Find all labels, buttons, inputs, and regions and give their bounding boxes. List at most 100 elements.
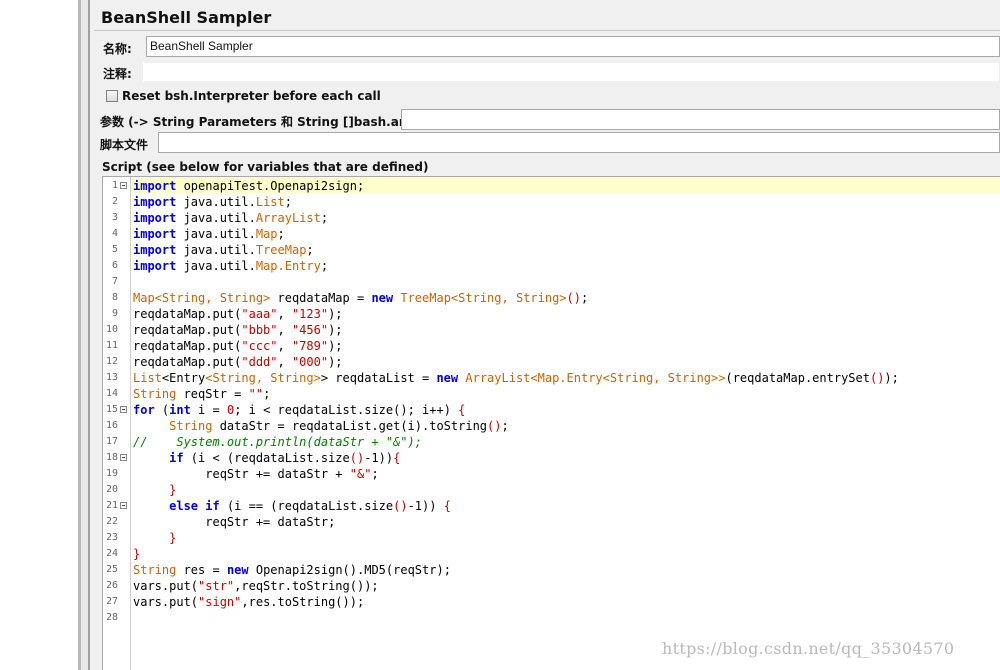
code-line[interactable]: 15 for (int i = 0; i < reqdataList.size()… [103, 402, 1000, 418]
code-token: "456" [291, 323, 329, 337]
code-line[interactable]: 21 else if (i == (reqdataList.size()-1))… [103, 498, 1000, 514]
code-line[interactable]: 26 vars.put("str",reqStr.toString()); [103, 578, 1000, 594]
code-line[interactable]: 16 String dataStr = reqdataList.get(i).t… [103, 418, 1000, 434]
code-line[interactable]: 23 } [103, 530, 1000, 546]
splitter-handle[interactable] [81, 0, 88, 670]
code-text: if (i < (reqdataList.size()-1)){ [133, 450, 400, 466]
code-token: List [133, 371, 162, 385]
line-number: 13 [105, 372, 118, 383]
code-token: "000" [291, 355, 329, 369]
code-text: Map<String, String> reqdataMap = new Tre… [133, 290, 588, 306]
code-token: String [169, 419, 213, 433]
line-number: 4 [111, 228, 118, 239]
reset-interpreter-checkbox[interactable] [106, 90, 118, 102]
code-token: java.util. [176, 259, 256, 273]
code-line[interactable]: 4 import java.util.Map; [103, 226, 1000, 242]
line-number: 28 [105, 612, 118, 623]
code-line[interactable]: 5 import java.util.TreeMap; [103, 242, 1000, 258]
code-text: reqStr += dataStr; [133, 514, 335, 530]
code-text: import java.util.TreeMap; [133, 242, 314, 258]
line-number: 3 [111, 212, 118, 223]
code-token: "bbb" [241, 323, 278, 337]
code-token: ); [328, 323, 343, 337]
code-token: (reqdataMap.entrySet [725, 371, 870, 385]
code-line[interactable]: 18 if (i < (reqdataList.size()-1)){ [103, 450, 1000, 466]
code-line[interactable]: 9 reqdataMap.put("aaa", "123"); [103, 306, 1000, 322]
code-line[interactable]: 2 import java.util.List; [103, 194, 1000, 210]
code-line[interactable]: 19 reqStr += dataStr + "&"; [103, 466, 1000, 482]
code-line[interactable]: 28 [103, 610, 1000, 626]
code-token: vars.put( [133, 595, 199, 609]
name-label: 名称: [103, 42, 132, 56]
fold-toggle-icon[interactable] [120, 454, 127, 461]
code-text: import openapiTest.Openapi2sign; [133, 178, 364, 194]
code-line[interactable]: 6 import java.util.Map.Entry; [103, 258, 1000, 274]
code-text: reqdataMap.put("ccc", "789"); [133, 338, 343, 354]
fold-toggle-icon[interactable] [120, 502, 127, 509]
parameters-field[interactable] [401, 109, 1000, 130]
code-line[interactable]: 10 reqdataMap.put("bbb", "456"); [103, 322, 1000, 338]
script-file-field[interactable] [158, 132, 1000, 153]
code-token: ,res.toString()); [241, 595, 365, 609]
code-token: , [277, 339, 292, 353]
code-line[interactable]: 27 vars.put("sign",res.toString()); [103, 594, 1000, 610]
script-file-label: 脚本文件 [100, 138, 149, 152]
code-text: import java.util.List; [133, 194, 292, 210]
code-token: ; [371, 467, 379, 481]
fold-toggle-icon[interactable] [120, 182, 127, 189]
line-number: 23 [105, 532, 118, 543]
line-number: 15 [105, 404, 118, 415]
code-line[interactable]: 3 import java.util.ArrayList; [103, 210, 1000, 226]
code-line[interactable]: 17 // System.out.println(dataStr + "&"); [103, 434, 1000, 450]
reset-interpreter-label: Reset bsh.Interpreter before each call [122, 89, 381, 103]
code-token: ; [501, 419, 509, 433]
comment-field[interactable] [142, 62, 1000, 82]
code-line[interactable]: 20 } [103, 482, 1000, 498]
code-token: java.util. [176, 227, 256, 241]
code-line[interactable]: 22 reqStr += dataStr; [103, 514, 1000, 530]
code-token: import [133, 243, 177, 257]
code-token: Map.Entry [255, 259, 321, 273]
script-editor[interactable]: 1 import openapiTest.Openapi2sign; 2 import… [102, 176, 1000, 670]
code-line[interactable]: 1 import openapiTest.Openapi2sign; [103, 178, 1000, 194]
code-token: "aaa" [241, 307, 278, 321]
code-text: import java.util.ArrayList; [133, 210, 328, 226]
code-token: "ccc" [241, 339, 278, 353]
code-token: } [133, 547, 141, 561]
code-token: ); [328, 355, 343, 369]
line-number: 10 [105, 324, 118, 335]
line-number: 7 [111, 276, 118, 287]
code-text: import java.util.Map.Entry; [133, 258, 328, 274]
fold-toggle-icon[interactable] [120, 406, 127, 413]
code-line[interactable]: 14 String reqStr = ""; [103, 386, 1000, 402]
code-text: String dataStr = reqdataList.get(i).toSt… [133, 418, 509, 434]
code-token: new [436, 371, 459, 385]
code-line[interactable]: 25 String res = new Openapi2sign().MD5(re… [103, 562, 1000, 578]
tree-pane [0, 0, 78, 670]
code-token: ; [580, 291, 589, 305]
code-token: int [169, 403, 191, 417]
code-token: (i == (reqdataList.size [219, 499, 394, 513]
code-text: reqdataMap.put("ddd", "000"); [133, 354, 343, 370]
code-token: if [205, 499, 220, 513]
code-text: else if (i == (reqdataList.size()-1)) { [133, 498, 451, 514]
name-field[interactable]: BeanShell Sampler [146, 36, 1000, 57]
code-text: reqdataMap.put("bbb", "456"); [133, 322, 343, 338]
line-number: 1 [111, 180, 118, 191]
code-token: ( [154, 403, 170, 417]
code-token: ; [320, 259, 329, 273]
code-text: reqdataMap.put("aaa", "123"); [133, 306, 343, 322]
code-token: else [169, 499, 199, 513]
line-number: 21 [105, 500, 118, 511]
code-line[interactable]: 11 reqdataMap.put("ccc", "789"); [103, 338, 1000, 354]
code-line[interactable]: 12 reqdataMap.put("ddd", "000"); [103, 354, 1000, 370]
code-line[interactable]: 8 Map<String, String> reqdataMap = new Tr… [103, 290, 1000, 306]
code-line[interactable]: 7 [103, 274, 1000, 290]
code-line[interactable]: 24} [103, 546, 1000, 562]
code-line[interactable]: 13 List<Entry<String, String>> reqdataLis… [103, 370, 1000, 386]
code-token: // System.out.println(dataStr + "&"); [133, 435, 422, 449]
code-token: i = [190, 403, 227, 417]
code-token: res = [176, 563, 227, 577]
code-token: import [133, 195, 177, 209]
